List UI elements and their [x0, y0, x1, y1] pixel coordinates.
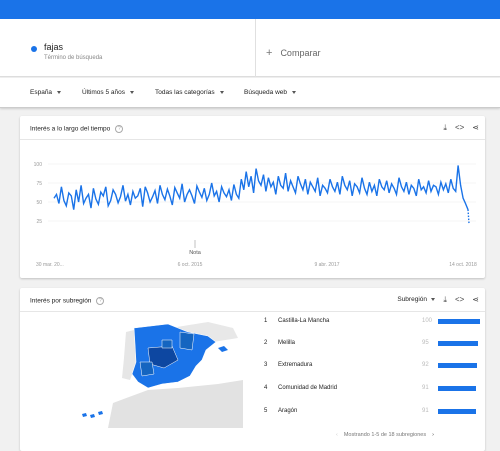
region-value: 95 — [422, 340, 429, 346]
map-region-madrid[interactable] — [161, 339, 173, 349]
interest-over-time-title-text: Interés a lo largo del tiempo — [30, 125, 111, 133]
region-row[interactable]: 4 Comunidad de Madrid 91 — [264, 383, 484, 395]
x-tick-label: 30 mar. 20... — [36, 262, 64, 268]
region-row[interactable]: 5 Aragón 91 — [264, 406, 484, 418]
region-value-bar — [438, 319, 480, 324]
filter-period-label: Últimos 5 años — [82, 89, 125, 96]
interest-by-region-title: Interés por subregión? — [30, 297, 105, 305]
download-icon[interactable]: ⤓ — [443, 123, 447, 133]
embed-icon[interactable]: <> — [455, 295, 464, 304]
term-color-dot — [31, 46, 37, 52]
region-rank: 2 — [264, 340, 268, 346]
help-icon[interactable]: ? — [115, 125, 124, 133]
chevron-down-icon — [219, 90, 224, 94]
region-value: 91 — [422, 408, 429, 414]
region-rank: 4 — [264, 385, 268, 391]
y-tick-label: 75 — [36, 181, 42, 187]
region-value: 92 — [422, 362, 429, 368]
chevron-down-icon — [431, 297, 435, 301]
region-value: 100 — [422, 318, 433, 324]
region-name: Aragón — [278, 408, 298, 414]
region-row[interactable]: 1 Castilla-La Mancha 100 — [264, 316, 484, 328]
card-tools: ⤓ <> ⋖ — [435, 295, 479, 305]
chevron-right-icon[interactable]: › — [432, 432, 434, 438]
term-subtitle: Término de búsqueda — [44, 55, 103, 61]
region-name: Comunidad de Madrid — [278, 385, 338, 391]
filters-bar: España Últimos 5 años Todas las categorí… — [0, 78, 500, 108]
compare-button[interactable]: + Comparar — [266, 47, 320, 59]
y-tick-label: 50 — [36, 200, 42, 206]
filter-category[interactable]: Todas las categorías — [155, 89, 224, 96]
filter-search-type[interactable]: Búsqueda web — [244, 89, 297, 96]
map-region-extremadura[interactable] — [139, 361, 155, 377]
region-rank: 5 — [264, 408, 268, 414]
search-term-row: fajas Término de búsqueda + Comparar — [0, 19, 500, 77]
filter-country-label: España — [30, 89, 53, 96]
chevron-down-icon — [292, 90, 297, 94]
y-tick-label: 100 — [34, 162, 43, 168]
map-region-aragon[interactable] — [179, 331, 195, 351]
region-value-bar — [438, 363, 477, 368]
interest-by-region-title-text: Interés por subregión — [30, 297, 92, 305]
region-name: Melilla — [278, 340, 296, 346]
filter-category-label: Todas las categorías — [155, 89, 215, 96]
region-value-bar — [438, 409, 477, 414]
filter-period[interactable]: Últimos 5 años — [82, 89, 134, 96]
spain-region-map[interactable] — [68, 318, 258, 428]
region-row[interactable]: 3 Extremadura 92 — [264, 360, 484, 372]
filter-search-type-label: Búsqueda web — [244, 89, 288, 96]
top-app-bar — [0, 0, 500, 19]
interest-over-time-title: Interés a lo largo del tiempo? — [30, 125, 124, 133]
region-pager: ‹ Mostrando 1-5 de 18 subregiones › — [330, 432, 440, 438]
card-tools: ⤓ <> ⋖ — [435, 123, 479, 133]
x-tick-label: 6 oct. 2015 — [178, 262, 203, 268]
interest-over-time-card: Interés a lo largo del tiempo? ⤓ <> ⋖ 100 7… — [20, 116, 485, 278]
region-name: Extremadura — [278, 362, 313, 368]
filter-country[interactable]: España — [30, 89, 62, 96]
region-selector-label: Subregión — [397, 296, 427, 303]
region-value: 91 — [422, 385, 429, 391]
interest-line-chart: 100 75 50 25 Nota 30 mar. 20... 6 oct. 2015 9… — [34, 162, 477, 268]
chevron-down-icon — [57, 90, 62, 94]
search-term-card[interactable]: fajas Término de búsqueda — [20, 19, 256, 77]
x-tick-label: 14 oct. 2018 — [449, 262, 477, 268]
embed-icon[interactable]: <> — [455, 123, 464, 132]
compare-label: Comparar — [280, 48, 321, 58]
region-value-bar — [438, 386, 477, 391]
chevron-left-icon[interactable]: ‹ — [336, 432, 338, 438]
region-value-bar — [438, 341, 478, 346]
help-icon[interactable]: ? — [96, 297, 105, 305]
pager-text: Mostrando 1-5 de 18 subregiones — [343, 432, 427, 438]
chart-series-line — [53, 165, 469, 210]
region-rank: 1 — [264, 318, 268, 324]
chevron-down-icon — [130, 90, 134, 94]
region-name: Castilla-La Mancha — [278, 318, 330, 324]
region-selector[interactable]: Subregión — [397, 296, 435, 303]
map-africa-shape — [108, 380, 243, 428]
note-label[interactable]: Nota — [189, 250, 202, 256]
term-name[interactable]: fajas — [44, 42, 63, 52]
map-region-baleares[interactable] — [218, 346, 228, 352]
y-tick-label: 25 — [36, 219, 42, 225]
plus-icon: + — [266, 47, 273, 59]
chart-partial-data-line — [467, 209, 470, 224]
share-icon[interactable]: ⋖ — [472, 295, 479, 304]
region-row[interactable]: 2 Melilla 95 — [264, 338, 484, 350]
region-rank: 3 — [264, 362, 268, 368]
download-icon[interactable]: ⤓ — [443, 295, 447, 305]
x-tick-label: 9 abr. 2017 — [314, 262, 339, 268]
share-icon[interactable]: ⋖ — [472, 123, 479, 132]
interest-by-region-card: Interés por subregión? Subregión ⤓ <> ⋖ 1 C… — [20, 288, 485, 451]
map-region-canarias[interactable] — [82, 411, 103, 418]
card-divider — [20, 311, 485, 312]
